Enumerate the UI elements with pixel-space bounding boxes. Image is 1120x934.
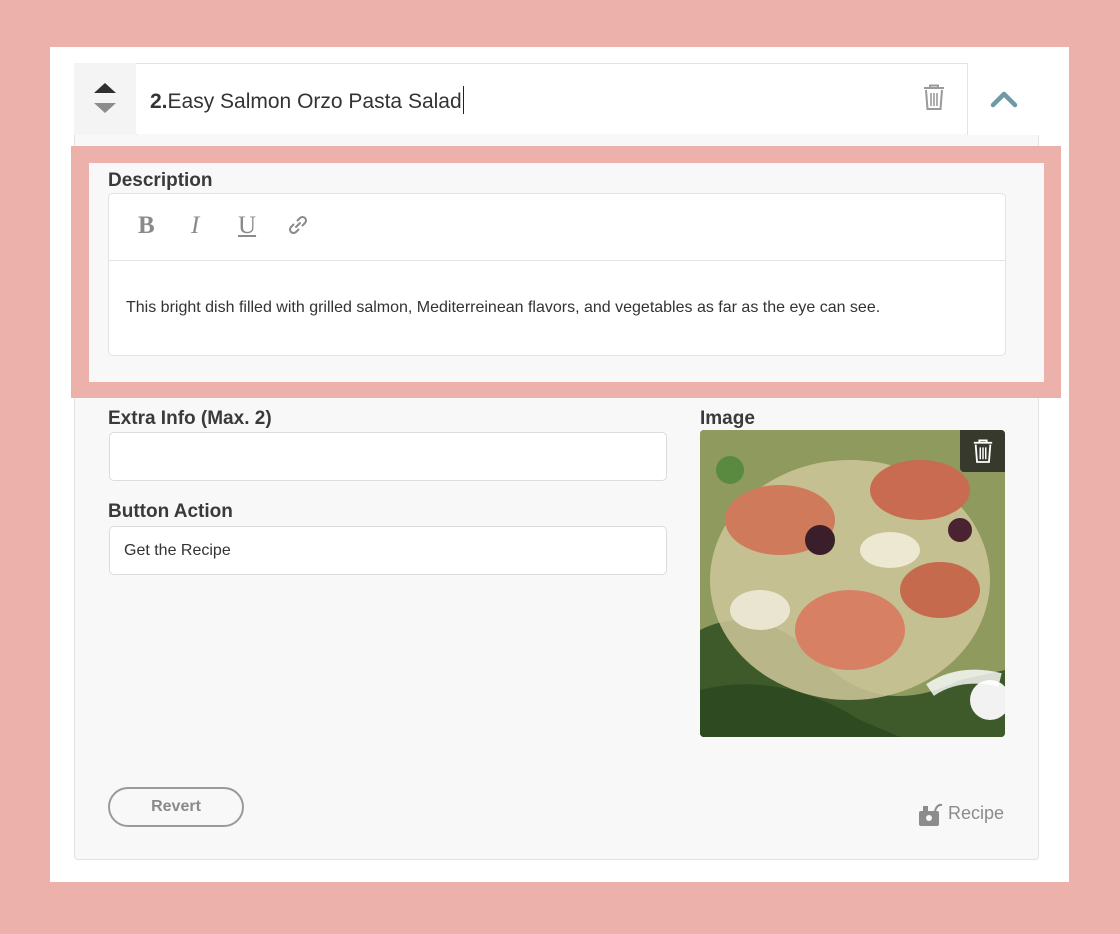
link-icon[interactable]	[287, 214, 309, 243]
revert-button[interactable]: Revert	[108, 787, 244, 827]
item-title: 2.Easy Salmon Orzo Pasta Salad	[150, 86, 465, 114]
description-editor[interactable]: B I U This bright dish filled with grill…	[108, 193, 1006, 356]
image-label: Image	[700, 408, 755, 429]
collapse-button[interactable]	[967, 63, 1040, 135]
item-number: 2.	[150, 90, 168, 113]
move-up-icon[interactable]	[94, 83, 116, 93]
button-action-input[interactable]: Get the Recipe	[109, 526, 667, 575]
move-down-icon[interactable]	[94, 103, 116, 113]
delete-image-button[interactable]	[960, 430, 1005, 472]
editor-toolbar: B I U	[109, 194, 1005, 261]
sort-handle[interactable]	[74, 63, 137, 135]
bold-button[interactable]: B	[138, 212, 155, 240]
recipe-label: Recipe	[948, 803, 1005, 823]
button-action-value: Get the Recipe	[124, 542, 231, 559]
extra-info-input[interactable]	[109, 432, 667, 481]
trash-icon	[973, 439, 993, 463]
extra-info-label: Extra Info (Max. 2)	[108, 408, 272, 429]
button-action-label: Button Action	[108, 501, 233, 522]
description-text: This bright dish filled with grilled sal…	[126, 299, 881, 316]
item-title-field[interactable]: 2.Easy Salmon Orzo Pasta Salad	[136, 64, 968, 134]
item-title-text: Easy Salmon Orzo Pasta Salad	[167, 90, 462, 113]
underline-button[interactable]: U	[238, 212, 256, 240]
salad-photo	[700, 430, 1005, 737]
italic-button[interactable]: I	[191, 212, 199, 240]
text-caret	[462, 86, 465, 114]
chevron-up-icon	[990, 91, 1018, 108]
description-label: Description	[108, 170, 213, 191]
recipe-icon	[919, 803, 943, 826]
delete-item-icon[interactable]	[922, 83, 946, 116]
recipe-image[interactable]	[700, 430, 1005, 737]
item-header: 2.Easy Salmon Orzo Pasta Salad	[74, 63, 1040, 135]
